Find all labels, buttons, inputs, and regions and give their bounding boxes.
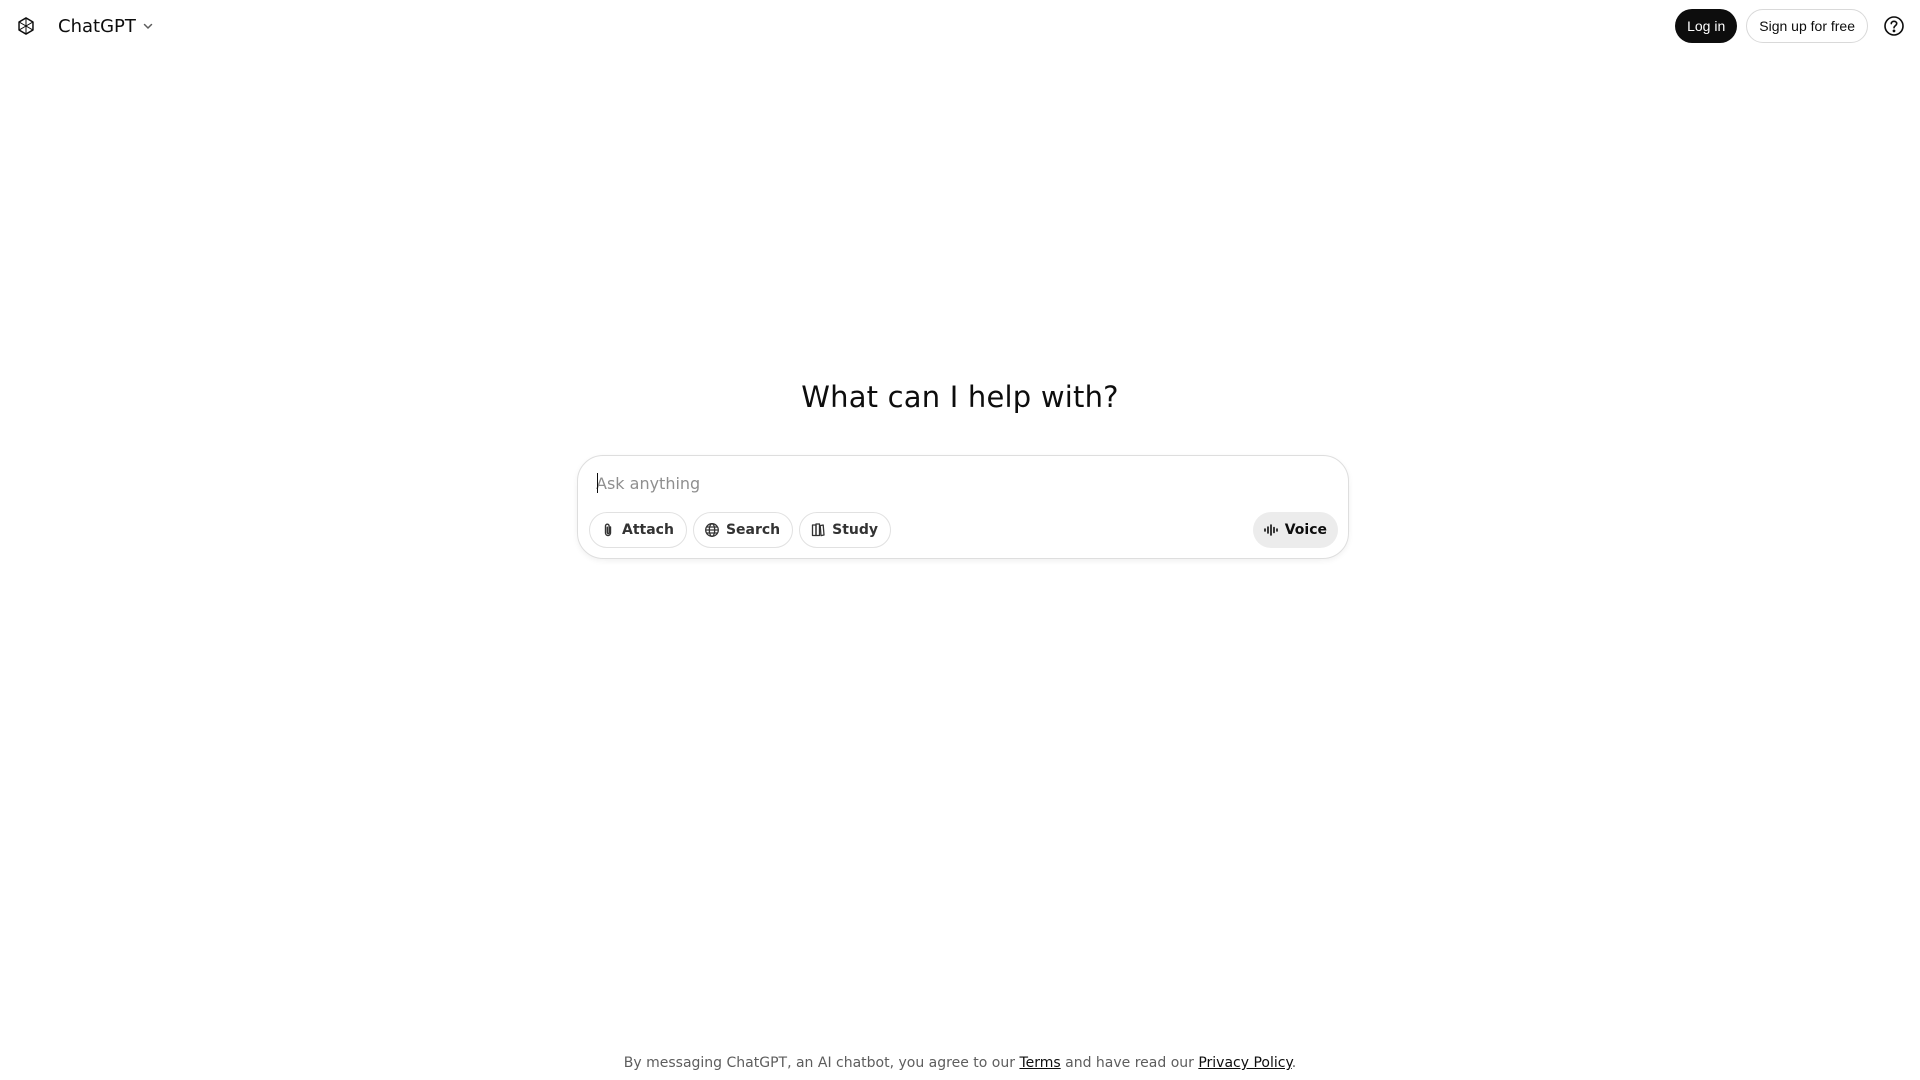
privacy-policy-link[interactable]: Privacy Policy bbox=[1198, 1055, 1291, 1071]
prompt-composer: Attach Search Study bbox=[577, 455, 1349, 559]
help-circle-icon[interactable] bbox=[1882, 14, 1906, 38]
page-title: What can I help with? bbox=[801, 380, 1119, 414]
attach-label: Attach bbox=[622, 522, 674, 538]
signup-button[interactable]: Sign up for free bbox=[1746, 9, 1868, 43]
globe-icon bbox=[704, 522, 720, 538]
terms-link[interactable]: Terms bbox=[1019, 1055, 1060, 1071]
model-name: ChatGPT bbox=[58, 15, 136, 37]
audio-waveform-icon bbox=[1263, 522, 1279, 538]
study-button[interactable]: Study bbox=[799, 512, 892, 548]
openai-logo-icon[interactable] bbox=[14, 14, 38, 38]
footer-text-after: . bbox=[1291, 1055, 1297, 1071]
attach-button[interactable]: Attach bbox=[589, 512, 687, 548]
prompt-input[interactable] bbox=[596, 470, 1196, 496]
top-bar: ChatGPT Log in Sign up for free bbox=[0, 0, 1920, 52]
search-label: Search bbox=[725, 522, 781, 538]
header-left: ChatGPT bbox=[14, 12, 160, 41]
chevron-down-icon bbox=[142, 20, 154, 32]
paperclip-icon bbox=[600, 522, 616, 538]
search-button[interactable]: Search bbox=[692, 512, 794, 548]
book-icon bbox=[810, 522, 826, 538]
model-switcher[interactable]: ChatGPT bbox=[52, 12, 160, 41]
login-button[interactable]: Log in bbox=[1675, 9, 1738, 43]
legal-footer: By messaging ChatGPT, an AI chatbot, you… bbox=[0, 1055, 1920, 1071]
footer-text-before: By messaging ChatGPT, an AI chatbot, you… bbox=[623, 1055, 1020, 1071]
voice-label: Voice bbox=[1284, 522, 1327, 538]
header-right: Log in Sign up for free bbox=[1675, 9, 1906, 43]
composer-tools: Attach Search Study bbox=[589, 512, 897, 548]
voice-button[interactable]: Voice bbox=[1252, 512, 1338, 548]
study-label: Study bbox=[832, 522, 879, 538]
text-caret bbox=[597, 473, 598, 493]
footer-text-middle: and have read our bbox=[1060, 1055, 1199, 1071]
